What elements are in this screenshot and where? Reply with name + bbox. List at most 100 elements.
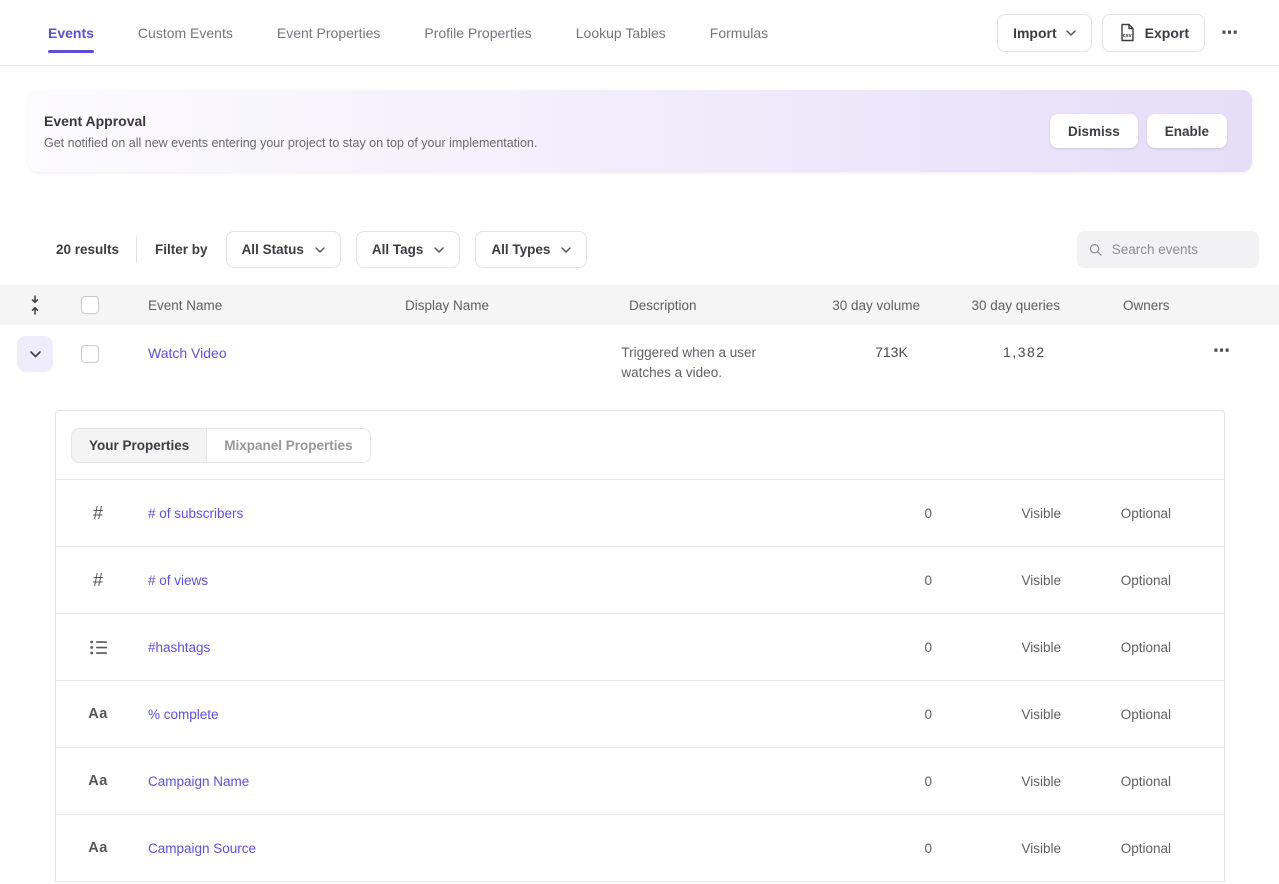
select-all-cell	[81, 296, 99, 314]
property-requirement: Optional	[1061, 707, 1171, 722]
top-navigation: Events Custom Events Event Properties Pr…	[0, 0, 1279, 66]
tab-events[interactable]: Events	[48, 0, 94, 65]
property-row: #hashtags 0 Visible Optional	[56, 614, 1224, 681]
tab-formulas[interactable]: Formulas	[710, 0, 768, 65]
property-visibility: Visible	[932, 841, 1061, 856]
chevron-down-icon	[30, 351, 41, 358]
tags-filter-value: All Tags	[372, 242, 424, 257]
property-name-link[interactable]: #hashtags	[148, 640, 852, 655]
row-toggle-cell	[17, 325, 53, 372]
search-icon	[1089, 242, 1103, 258]
csv-file-icon: csv	[1118, 23, 1136, 42]
list-glyph	[90, 640, 107, 655]
banner-actions: Dismiss Enable	[1050, 114, 1227, 148]
tab-your-properties[interactable]: Your Properties	[72, 429, 206, 462]
text-type-icon: Aa	[78, 773, 118, 789]
chevron-down-icon	[434, 247, 444, 253]
header-event-name: Event Name	[148, 298, 405, 313]
property-value: 0	[852, 841, 932, 856]
property-name-link[interactable]: Campaign Name	[148, 774, 852, 789]
expanded-properties-panel: Your Properties Mixpanel Properties # # …	[55, 410, 1225, 882]
search-input[interactable]	[1112, 242, 1247, 257]
event-name-link[interactable]: Watch Video	[148, 345, 227, 361]
filter-by-label: Filter by	[155, 242, 208, 257]
tab-profile-properties[interactable]: Profile Properties	[424, 0, 531, 65]
event-table-row: Watch Video Triggered when a user watche…	[0, 325, 1279, 410]
header-owners: Owners	[1123, 298, 1223, 313]
event-description: Triggered when a user watches a video.	[621, 343, 791, 383]
event-approval-banner: Event Approval Get notified on all new e…	[28, 90, 1252, 172]
collapse-all-icon[interactable]	[29, 295, 41, 315]
property-row: # # of subscribers 0 Visible Optional	[56, 480, 1224, 547]
property-value: 0	[852, 640, 932, 655]
search-box	[1077, 231, 1259, 268]
divider	[136, 237, 137, 263]
status-filter-dropdown[interactable]: All Status	[226, 231, 341, 268]
tab-lookup-tables[interactable]: Lookup Tables	[576, 0, 666, 65]
property-name-link[interactable]: # of subscribers	[148, 506, 852, 521]
types-filter-dropdown[interactable]: All Types	[475, 231, 587, 268]
property-name-link[interactable]: % complete	[148, 707, 852, 722]
properties-panel-header: Your Properties Mixpanel Properties	[56, 411, 1224, 480]
tags-filter-dropdown[interactable]: All Tags	[356, 231, 461, 268]
property-name-link[interactable]: Campaign Source	[148, 841, 852, 856]
volume-cell: 713K	[809, 325, 907, 360]
dismiss-button[interactable]: Dismiss	[1050, 114, 1138, 148]
number-type-icon: #	[78, 570, 118, 591]
export-button[interactable]: csv Export	[1102, 14, 1205, 52]
list-type-icon	[78, 640, 118, 655]
property-row: # # of views 0 Visible Optional	[56, 547, 1224, 614]
enable-button[interactable]: Enable	[1147, 114, 1227, 148]
hash-glyph: #	[93, 503, 103, 524]
aa-glyph: Aa	[88, 706, 108, 722]
nav-actions: Import csv Export ⋯	[997, 14, 1245, 52]
tab-mixpanel-properties[interactable]: Mixpanel Properties	[206, 429, 369, 462]
property-name-link[interactable]: # of views	[148, 573, 852, 588]
header-30-day-volume: 30 day volume	[820, 298, 920, 313]
text-type-icon: Aa	[78, 840, 118, 856]
svg-text:csv: csv	[1122, 33, 1131, 39]
collapse-row-button[interactable]	[17, 336, 53, 372]
number-type-icon: #	[78, 503, 118, 524]
banner-title: Event Approval	[44, 113, 537, 129]
filter-bar: 20 results Filter by All Status All Tags…	[56, 231, 1259, 268]
banner-description: Get notified on all new events entering …	[44, 136, 537, 150]
select-all-checkbox[interactable]	[81, 296, 99, 314]
property-value: 0	[852, 774, 932, 789]
property-visibility: Visible	[932, 774, 1061, 789]
tab-event-properties[interactable]: Event Properties	[277, 0, 381, 65]
property-requirement: Optional	[1061, 774, 1171, 789]
property-requirement: Optional	[1061, 841, 1171, 856]
aa-glyph: Aa	[88, 840, 108, 856]
chevron-down-icon	[315, 247, 325, 253]
types-filter-value: All Types	[491, 242, 550, 257]
header-30-day-queries: 30 day queries	[920, 298, 1060, 313]
queries-value: 1,382	[908, 344, 1046, 360]
queries-cell: 1,382	[908, 325, 1046, 360]
property-visibility: Visible	[932, 707, 1061, 722]
banner-text: Event Approval Get notified on all new e…	[44, 113, 537, 150]
row-select-cell	[81, 345, 99, 363]
property-row: Aa % complete 0 Visible Optional	[56, 681, 1224, 748]
header-description: Description	[629, 298, 820, 313]
property-value: 0	[852, 573, 932, 588]
property-requirement: Optional	[1061, 640, 1171, 655]
text-type-icon: Aa	[78, 706, 118, 722]
more-menu-icon[interactable]: ⋯	[1215, 24, 1245, 41]
chevron-down-icon	[561, 247, 571, 253]
volume-value: 713K	[809, 344, 907, 360]
import-button[interactable]: Import	[997, 14, 1092, 52]
property-requirement: Optional	[1061, 506, 1171, 521]
row-more-icon[interactable]: ⋯	[1207, 342, 1237, 359]
table-header: Event Name Display Name Description 30 d…	[0, 285, 1279, 325]
row-checkbox[interactable]	[81, 345, 99, 363]
property-visibility: Visible	[932, 506, 1061, 521]
row-more-cell: ⋯	[1207, 342, 1279, 359]
collapse-all-cell	[17, 295, 53, 315]
tab-custom-events[interactable]: Custom Events	[138, 0, 233, 65]
property-value: 0	[852, 506, 932, 521]
import-button-label: Import	[1013, 25, 1057, 41]
aa-glyph: Aa	[88, 773, 108, 789]
description-cell: Triggered when a user watches a video.	[621, 325, 809, 383]
status-filter-value: All Status	[242, 242, 304, 257]
